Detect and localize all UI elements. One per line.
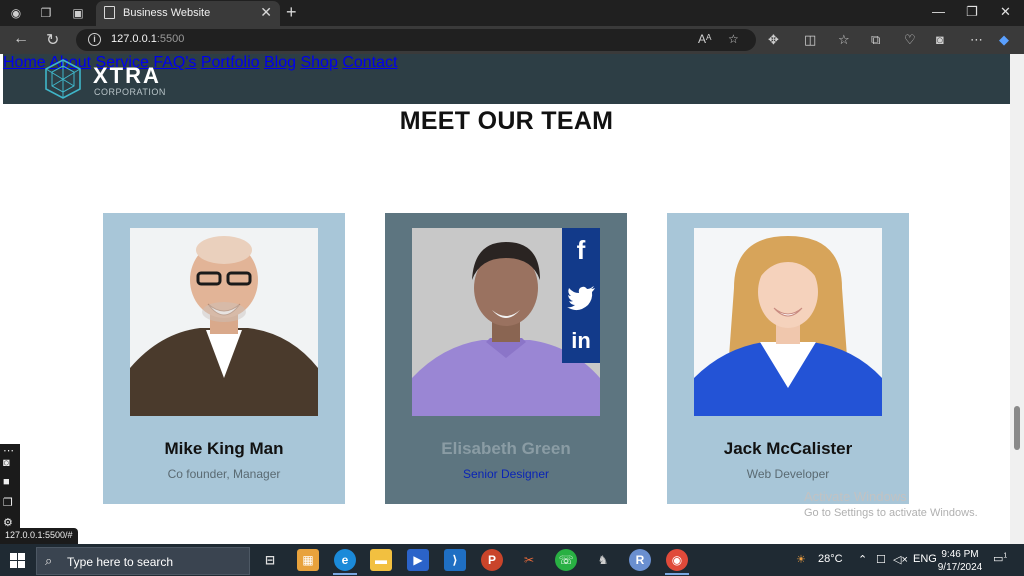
- collections-icon[interactable]: ⧉: [871, 32, 880, 48]
- url-text: 127.0.0.1:5500: [111, 33, 185, 45]
- video-icon[interactable]: ■: [3, 476, 10, 488]
- close-window-icon[interactable]: ✕: [1000, 4, 1011, 20]
- copilot-icon[interactable]: ◆: [999, 32, 1009, 48]
- member-name: Jack McCalister: [723, 439, 853, 458]
- address-toolbar: ← ↻ i 127.0.0.1:5500 Aᴬ ☆ ✥ ◫ ☆ ⧉ ♡ ◙ ⋯ …: [0, 26, 1024, 54]
- site-header: XTRA CORPORATION Home About Service FAQ'…: [3, 54, 1010, 104]
- split-screen-icon[interactable]: ◫: [804, 32, 816, 48]
- more-menu-icon[interactable]: ⋯: [970, 32, 983, 48]
- scrollbar-thumb[interactable]: [1014, 406, 1020, 450]
- windows-start-icon[interactable]: [10, 553, 25, 568]
- linkedin-icon[interactable]: in: [562, 318, 600, 363]
- minimize-icon[interactable]: —: [932, 4, 945, 19]
- member-photo-3: [694, 228, 882, 416]
- back-icon[interactable]: ←: [13, 30, 29, 48]
- volume-icon[interactable]: ◁×: [893, 553, 908, 566]
- tab-title: Business Website: [123, 7, 211, 19]
- whatsapp-icon[interactable]: ☏: [555, 549, 577, 571]
- activate-windows-title: Activate Windows: [804, 489, 907, 504]
- r-app-icon[interactable]: R: [629, 549, 651, 571]
- web-page: XTRA CORPORATION Home About Service FAQ'…: [3, 54, 1010, 544]
- notification-icon[interactable]: ▭1: [993, 552, 1007, 565]
- menu-shop[interactable]: Shop: [300, 54, 337, 71]
- edge-drop-icon[interactable]: ◙: [936, 32, 944, 47]
- profile-icon[interactable]: ◉: [8, 5, 24, 21]
- window-capture-icon[interactable]: ❐: [3, 496, 13, 509]
- clock[interactable]: 9:46 PM 9/17/2024: [934, 548, 986, 574]
- refresh-icon[interactable]: ↻: [46, 30, 59, 50]
- microsoft-store-icon[interactable]: ▦: [297, 549, 319, 571]
- member-role: Web Developer: [746, 467, 830, 481]
- camera-icon[interactable]: ◙: [3, 457, 10, 469]
- activate-windows-subtitle: Go to Settings to activate Windows.: [804, 507, 978, 519]
- tab-actions-icon[interactable]: ▣: [70, 5, 86, 21]
- section-title: MEET OUR TEAM: [399, 107, 614, 135]
- address-bar[interactable]: i 127.0.0.1:5500 Aᴬ ☆: [76, 29, 756, 51]
- powerpoint-icon[interactable]: P: [481, 549, 503, 571]
- workspaces-icon[interactable]: ❐: [38, 5, 54, 21]
- menu-contact[interactable]: Contact: [342, 54, 397, 71]
- member-photo-1: [130, 228, 318, 416]
- snipping-tool-icon[interactable]: ✂: [518, 549, 540, 571]
- browser-tab-bar: ◉ ❐ ▣ Business Website ✕ + — ❐ ✕: [0, 0, 1024, 26]
- edge-browser-icon[interactable]: e: [334, 549, 356, 571]
- favorites-icon[interactable]: ☆: [838, 32, 850, 48]
- team-card-2[interactable]: f in Elisabeth Green Senior Designer: [385, 213, 627, 504]
- status-url: 127.0.0.1:5500/#: [0, 528, 78, 544]
- facebook-icon[interactable]: f: [562, 228, 600, 273]
- extensions-icon[interactable]: ✥: [768, 32, 779, 48]
- active-app-indicator: [333, 573, 357, 575]
- document-icon: [104, 6, 115, 19]
- member-role: Senior Designer: [462, 467, 550, 481]
- taskbar-search[interactable]: ⌕ Type here to search: [36, 547, 250, 575]
- screen-capture-toolbar: ⋯ ◙ ■ ❐ ⚙: [0, 444, 20, 540]
- close-tab-icon[interactable]: ✕: [260, 4, 272, 21]
- social-links: f in: [562, 228, 600, 363]
- team-card-1[interactable]: Mike King Man Co founder, Manager: [103, 213, 345, 504]
- game-icon[interactable]: ♞: [592, 549, 614, 571]
- page-scrollbar[interactable]: [1010, 54, 1024, 544]
- menu-blog[interactable]: Blog: [264, 54, 296, 71]
- bing-app-icon[interactable]: ▶: [407, 549, 429, 571]
- member-role: Co founder, Manager: [167, 467, 281, 481]
- favorite-star-icon[interactable]: ☆: [728, 32, 739, 46]
- open-app-indicator: [665, 573, 689, 575]
- weather-icon[interactable]: ☀: [796, 553, 806, 566]
- task-view-icon[interactable]: ⊟: [259, 549, 281, 571]
- chrome-icon[interactable]: ◉: [666, 549, 688, 571]
- logo-text[interactable]: XTRA: [93, 63, 161, 89]
- clock-date: 9/17/2024: [937, 562, 983, 573]
- clock-time: 9:46 PM: [941, 549, 979, 560]
- twitter-icon[interactable]: [562, 273, 600, 318]
- browser-essentials-icon[interactable]: ♡: [904, 32, 916, 48]
- search-placeholder: Type here to search: [67, 555, 174, 569]
- tray-chevron-icon[interactable]: ⌃: [858, 553, 867, 566]
- read-aloud-icon[interactable]: Aᴬ: [698, 32, 711, 46]
- team-card-3[interactable]: Jack McCalister Web Developer: [667, 213, 909, 504]
- menu-home[interactable]: Home: [3, 54, 46, 71]
- restore-icon[interactable]: ❐: [966, 4, 978, 20]
- notification-count: 1: [1003, 552, 1008, 560]
- member-name: Mike King Man: [164, 439, 284, 458]
- file-explorer-icon[interactable]: ▬: [370, 549, 392, 571]
- search-icon: ⌕: [45, 553, 53, 568]
- network-icon[interactable]: ☐: [876, 553, 886, 566]
- tab-business-website[interactable]: Business Website ✕: [96, 1, 280, 26]
- logo-subtitle: CORPORATION: [94, 87, 166, 97]
- temperature[interactable]: 28°C: [818, 553, 843, 565]
- new-tab-icon[interactable]: +: [286, 2, 297, 23]
- menu-portfolio[interactable]: Portfolio: [201, 54, 260, 71]
- tool-menu-icon[interactable]: ⋯: [3, 444, 14, 457]
- member-name: Elisabeth Green: [441, 439, 571, 458]
- vscode-icon[interactable]: ⟩: [444, 549, 466, 571]
- site-info-icon[interactable]: i: [88, 33, 101, 46]
- windows-taskbar: ⌕ Type here to search ⊟ ▦ e ▬ ▶ ⟩ P ✂ ☏ …: [0, 544, 1024, 576]
- xtra-logo-icon[interactable]: [43, 58, 83, 100]
